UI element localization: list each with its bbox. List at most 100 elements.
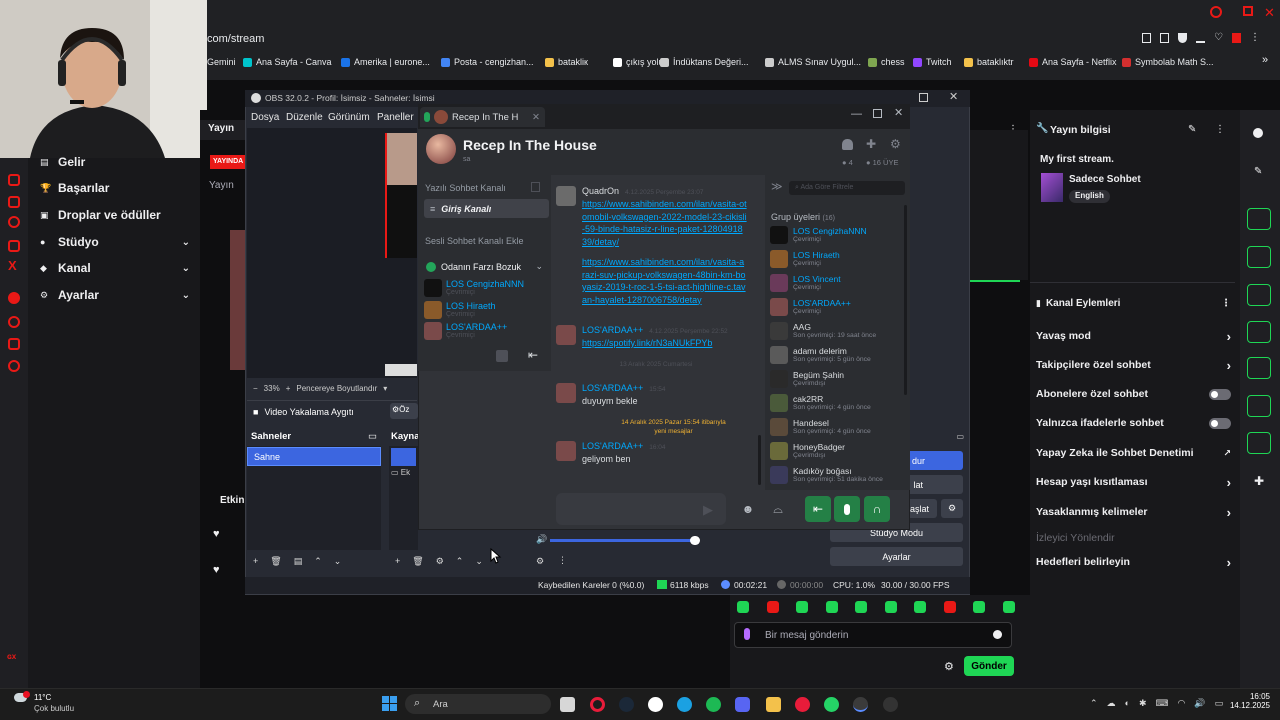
rail-home-icon[interactable] [8, 174, 20, 186]
emote-icon[interactable] [855, 601, 867, 613]
mixer-more-icon[interactable]: ⋮ [558, 555, 567, 566]
message-link[interactable]: https://www.sahibinden.com/ilan/vasita-a… [582, 256, 747, 306]
rail-reddit-icon[interactable] [8, 292, 20, 304]
rail-stream-icon[interactable] [8, 196, 20, 208]
bookmark-item[interactable]: Gemini [207, 55, 236, 69]
explorer-icon[interactable] [766, 697, 781, 712]
discord-leave-voice-icon[interactable]: ⇤ [805, 496, 831, 522]
volume-handle[interactable] [690, 536, 700, 545]
rail-tiktok-icon[interactable] [8, 240, 20, 252]
whatsapp-icon[interactable] [824, 697, 839, 712]
rail-heart-icon[interactable] [8, 338, 20, 350]
close-window-button[interactable]: ✕ [1264, 5, 1275, 21]
text-category-icon[interactable] [531, 182, 540, 192]
zoom-in-icon[interactable]: + [286, 384, 291, 393]
channel-action-row[interactable]: Abonelere özel sohbet [1036, 384, 1231, 404]
restore-window-button[interactable] [1243, 6, 1253, 16]
message-author[interactable]: LOS'ARDAA++ 4.12.2025 Perşembe 22:52 [582, 325, 728, 335]
mixer-settings-icon[interactable]: ⚙ [536, 556, 544, 567]
toggle-switch[interactable] [1209, 388, 1231, 400]
profile-icon[interactable] [1231, 33, 1241, 43]
creator-menu-item[interactable]: ● Stüdyo ⌄ [40, 232, 190, 252]
tray-wifi-icon[interactable]: ◠ [1178, 698, 1186, 710]
quick-action-marker[interactable] [1247, 284, 1271, 306]
quick-action-ad[interactable] [1247, 357, 1271, 379]
member-item[interactable]: cak2RR Son çevrimiçi: 4 gün önce [770, 394, 905, 412]
active-channel[interactable]: ≡ Giriş Kanalı [424, 199, 549, 218]
controls-dock-icon[interactable]: ▭ [956, 432, 964, 441]
channel-action-row[interactable]: Takipçilere özel sohbet › [1036, 355, 1231, 375]
voice-disconnect-icon[interactable]: ⇤ [528, 348, 538, 362]
obs-menu-item[interactable]: Düzenle [286, 112, 323, 123]
source-down-icon[interactable]: ⌄ [475, 556, 483, 567]
voice-category[interactable]: Sesli Sohbet Kanalı Ekle [425, 236, 524, 246]
opera-gx-icon[interactable] [795, 697, 810, 712]
remove-scene-icon[interactable]: 🗑 [270, 556, 281, 567]
discord-send-icon[interactable]: ▶ [703, 502, 713, 518]
channel-action-row[interactable]: İzleyici Yönlendir [1036, 528, 1231, 548]
creator-menu-item[interactable]: ◆ Kanal ⌄ [40, 258, 190, 278]
scene-down-icon[interactable]: ⌄ [334, 556, 342, 567]
voice-channel[interactable]: Odanın Farzı Bozuk ⌄ [424, 258, 549, 275]
message-link[interactable]: https://www.sahibinden.com/ilan/vasita-o… [582, 198, 747, 248]
member-item[interactable]: Handesel Son çevrimiçi: 4 gün önce [770, 418, 905, 436]
avatar[interactable] [556, 441, 576, 461]
creator-menu-item[interactable]: ⚙ Ayarlar ⌄ [40, 285, 190, 305]
add-scene-icon[interactable]: + [253, 556, 258, 566]
stream-info-more-icon[interactable]: ⋮ [1215, 124, 1225, 135]
discord-taskbar-icon[interactable] [735, 697, 750, 712]
download-icon[interactable] [1196, 33, 1205, 43]
quick-action-raid[interactable] [1247, 246, 1271, 268]
shield-icon[interactable] [1178, 33, 1187, 43]
avatar[interactable] [556, 383, 576, 403]
discord-emoji-icon[interactable]: ☻ [735, 496, 761, 522]
quick-action-poll[interactable] [1247, 395, 1271, 417]
bookmark-item[interactable]: Twitch [913, 55, 952, 69]
obs-menu-item[interactable]: Görünüm [328, 112, 370, 123]
bookmark-item[interactable]: ALMS Sınav Uygul... [765, 55, 861, 69]
member-item[interactable]: AAG Son çevrimiçi: 19 saat önce [770, 322, 905, 340]
discord-attach-icon[interactable]: ⌓ [765, 496, 791, 522]
heart-icon[interactable]: ♡ [1214, 33, 1223, 45]
source-up-icon[interactable]: ⌃ [456, 556, 464, 567]
bookmarks-more-icon[interactable]: » [1262, 54, 1268, 66]
member-item[interactable]: LOS Hiraeth Çevrimiçi [770, 250, 905, 268]
member-item[interactable]: adamı delerim Son çevrimiçi: 5 gün önce [770, 346, 905, 364]
member-item[interactable]: LOS Vincent Çevrimiçi [770, 274, 905, 292]
emote-icon[interactable] [796, 601, 808, 613]
member-search[interactable]: ⌕ Ada Göre Filtrele [789, 181, 905, 195]
discord-maximize-icon[interactable] [873, 109, 882, 118]
bookmark-item[interactable]: bataklıktr [964, 55, 1014, 69]
voice-panel-icon[interactable] [496, 350, 508, 362]
bell-icon[interactable] [842, 139, 853, 150]
text-category[interactable]: Yazılı Sohbet Kanalı [425, 183, 506, 193]
bookmark-item[interactable]: chess [868, 55, 905, 69]
discord-tab[interactable]: Recep In The H ✕ [420, 107, 545, 127]
scene-filter-icon[interactable]: ▤ [294, 556, 303, 567]
emote-icon[interactable] [884, 601, 897, 613]
message-author[interactable]: LOS'ARDAA++ 15:54 [582, 383, 666, 393]
address-bar[interactable] [207, 28, 1280, 50]
remove-source-icon[interactable]: 🗑 [412, 556, 423, 567]
bookmark-item[interactable]: İndüktans Değeri... [660, 55, 749, 69]
tray-cloud-icon[interactable]: ☁ [1107, 698, 1116, 710]
voice-user[interactable]: LOS CengizhaNNN Çevrimiçi [424, 279, 524, 297]
source-item-video[interactable] [391, 448, 416, 466]
info-icon[interactable] [1253, 128, 1263, 138]
obs-maximize-icon[interactable] [919, 93, 928, 102]
edit-pencil-icon[interactable]: ✎ [1188, 124, 1196, 135]
weather-widget[interactable]: 11°C Çok bulutlu [14, 691, 94, 717]
channel-action-row[interactable]: Hedefleri belirleyin › [1036, 552, 1231, 572]
emote-icon[interactable] [825, 601, 838, 613]
discord-mic-icon[interactable] [834, 496, 860, 522]
bookmark-star-icon[interactable] [1142, 33, 1151, 43]
channel-action-row[interactable]: Yapay Zeka ile Sohbet Denetimi ↗ [1036, 443, 1231, 463]
voice-channel-chevron-icon[interactable]: ⌄ [535, 261, 543, 272]
volume-slider[interactable] [550, 539, 698, 542]
rail-x-icon[interactable]: X [8, 258, 17, 273]
rail-history-icon[interactable] [8, 316, 20, 328]
bookmark-item[interactable]: Ana Sayfa - Canva [243, 55, 332, 69]
member-item[interactable]: Begüm Şahin Çevrimdışı [770, 370, 905, 388]
emoji-icon[interactable] [993, 630, 1002, 639]
edge-icon[interactable] [677, 697, 692, 712]
